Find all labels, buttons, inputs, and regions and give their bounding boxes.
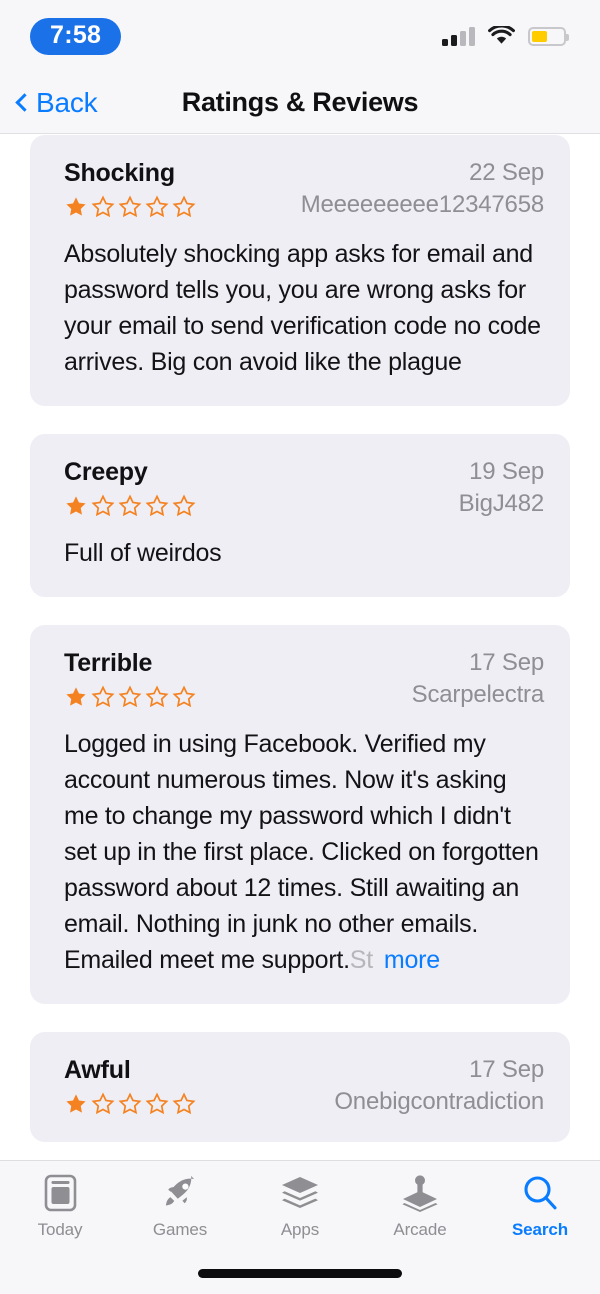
home-indicator[interactable]: [198, 1269, 402, 1278]
star-rating: [64, 494, 196, 518]
rocket-icon: [160, 1173, 200, 1213]
battery-icon: [528, 26, 569, 46]
star-icon-filled: [66, 687, 86, 706]
star-icon-filled: [66, 496, 86, 515]
tab-today-label: Today: [37, 1220, 83, 1239]
tab-search[interactable]: Search: [480, 1173, 600, 1253]
star-icon-empty: [172, 685, 196, 708]
review-card[interactable]: Shocking 22 Sep Meeeeeeeee12347658 Absol…: [30, 135, 570, 406]
wifi-icon: [488, 26, 515, 44]
tab-games-label: Games: [152, 1220, 208, 1239]
review-author: Meeeeeeeee12347658: [300, 191, 545, 218]
tab-bar: Today Games Apps Arcade Search: [0, 1160, 600, 1294]
star-rating: [64, 195, 196, 219]
status-time-pill: 7:58: [30, 17, 122, 55]
search-icon: [521, 1173, 559, 1213]
review-date: 17 Sep: [469, 649, 544, 676]
star-icon-empty: [145, 494, 169, 517]
review-body: Full of weirdos: [64, 539, 222, 567]
review-author: Onebigcontradiction: [334, 1088, 544, 1115]
joystick-icon: [400, 1173, 440, 1213]
star-icon-empty: [118, 1092, 142, 1115]
star-icon-filled: [66, 1094, 86, 1113]
review-title: Terrible: [64, 649, 153, 677]
review-author: BigJ482: [458, 490, 545, 517]
star-rating: [64, 685, 196, 709]
tab-apps[interactable]: Apps: [240, 1173, 360, 1253]
review-header: Terrible 17 Sep Scarpelectra: [64, 649, 544, 709]
review-body-text: Logged in using Facebook. Verified my ac…: [64, 730, 539, 974]
status-indicators: [442, 26, 569, 46]
review-body-truncated-tail: St: [349, 946, 373, 974]
star-icon-empty: [91, 494, 115, 517]
cellular-signal-icon: [442, 26, 475, 46]
review-date: 22 Sep: [469, 159, 544, 186]
star-icon-empty: [172, 1092, 196, 1115]
tab-search-label: Search: [511, 1220, 569, 1239]
star-icon-empty: [91, 685, 115, 708]
star-icon-empty: [91, 1092, 115, 1115]
navigation-bar: Back Ratings & Reviews: [0, 72, 600, 134]
star-icon-empty: [91, 195, 115, 218]
tab-today[interactable]: Today: [0, 1173, 120, 1253]
star-icon-empty: [118, 685, 142, 708]
review-header: Awful 17 Sep Onebigcontradiction: [64, 1056, 544, 1116]
review-title: Creepy: [64, 458, 148, 486]
chevron-left-icon: [15, 93, 34, 112]
back-button[interactable]: Back: [14, 86, 98, 119]
review-header: Creepy 19 Sep BigJ482: [64, 458, 544, 518]
star-icon-empty: [118, 195, 142, 218]
review-title: Awful: [64, 1056, 131, 1084]
star-icon-empty: [145, 685, 169, 708]
star-icon-empty: [145, 1092, 169, 1115]
review-title: Shocking: [64, 159, 175, 187]
review-body: Absolutely shocking app asks for email a…: [64, 240, 541, 376]
star-icon-empty: [118, 494, 142, 517]
star-rating: [64, 1092, 196, 1116]
star-icon-filled: [66, 197, 86, 216]
review-date: 19 Sep: [469, 458, 544, 485]
star-icon-empty: [172, 195, 196, 218]
review-card[interactable]: Terrible 17 Sep Scarpelectra Logged in u…: [30, 625, 570, 1004]
review-header: Shocking 22 Sep Meeeeeeeee12347658: [64, 159, 544, 219]
review-card[interactable]: Creepy 19 Sep BigJ482 Full of weirdos: [30, 434, 570, 597]
tab-apps-label: Apps: [280, 1220, 320, 1239]
more-link[interactable]: more: [384, 946, 440, 974]
layers-icon: [280, 1173, 320, 1213]
review-body: Logged in using Facebook. Verified my ac…: [64, 726, 544, 978]
reviews-scroll-area[interactable]: Shocking 22 Sep Meeeeeeeee12347658 Absol…: [0, 135, 600, 1160]
tab-arcade-label: Arcade: [393, 1220, 447, 1239]
app-store-reviews-screen: 7:58 Back Ratings & Reviews Shocking 22 …: [0, 0, 600, 1294]
tab-arcade[interactable]: Arcade: [360, 1173, 480, 1253]
star-icon-empty: [145, 195, 169, 218]
star-icon-empty: [172, 494, 196, 517]
review-date: 17 Sep: [469, 1056, 544, 1083]
review-author: Scarpelectra: [411, 681, 545, 708]
status-bar: 7:58: [0, 0, 600, 72]
back-button-label: Back: [36, 86, 98, 118]
tab-games[interactable]: Games: [120, 1173, 240, 1253]
today-icon: [44, 1173, 77, 1213]
review-card[interactable]: Awful 17 Sep Onebigcontradiction: [30, 1032, 570, 1142]
